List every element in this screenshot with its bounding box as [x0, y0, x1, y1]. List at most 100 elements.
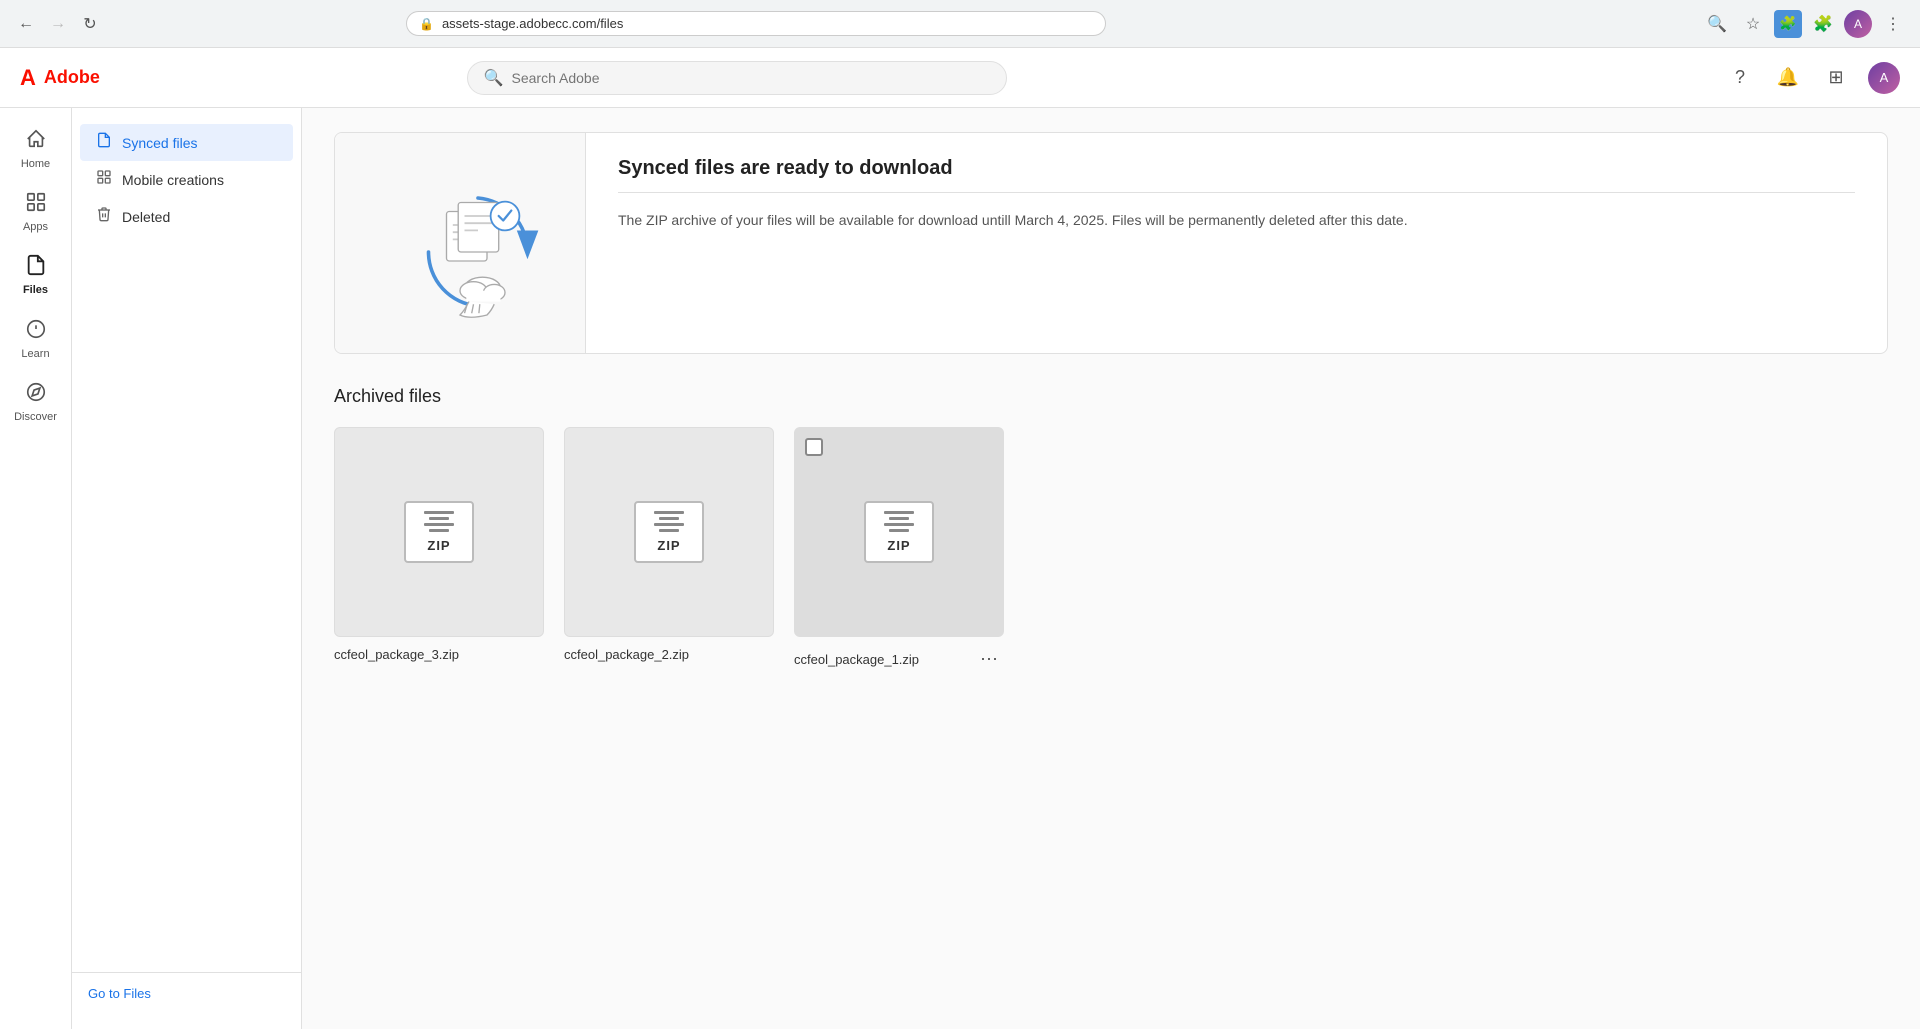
browser-chrome: ← → ↻ 🔒 assets-stage.adobecc.com/files 🔍… — [0, 0, 1920, 48]
nav-label-files: Files — [23, 284, 48, 297]
address-security-icon: 🔒 — [419, 17, 434, 31]
main-layout: Home Apps — [0, 108, 1920, 1029]
nav-item-apps[interactable]: Apps — [4, 183, 68, 242]
nav-item-files[interactable]: Files — [4, 246, 68, 305]
synced-files-icon — [96, 132, 112, 153]
banner-title: Synced files are ready to download — [618, 157, 1855, 180]
nav-item-home[interactable]: Home — [4, 120, 68, 179]
sidebar-item-label-synced: Synced files — [122, 135, 197, 151]
extensions-button[interactable]: 🧩 — [1808, 9, 1838, 39]
mobile-creations-icon — [96, 169, 112, 190]
nav-label-learn: Learn — [21, 348, 49, 361]
banner: Synced files are ready to download The Z… — [334, 132, 1888, 354]
file-name-1: ccfeol_package_1.zip — [794, 652, 919, 667]
adobe-logo-icon: A — [20, 67, 36, 89]
top-bar: A Adobe 🔍 ? 🔔 ⊞ A — [0, 48, 1920, 108]
section-title: Archived files — [334, 386, 1888, 407]
sidebar-item-deleted[interactable]: Deleted — [80, 198, 293, 235]
browser-profile-avatar[interactable]: A — [1844, 10, 1872, 38]
main-content: Synced files are ready to download The Z… — [302, 108, 1920, 1029]
zip-lines-3 — [424, 511, 454, 532]
file-card-2[interactable]: ZIP ccfeol_package_2.zip — [564, 427, 774, 672]
files-icon — [25, 254, 47, 280]
learn-icon — [25, 318, 47, 344]
zip-line — [654, 511, 684, 514]
sync-illustration — [370, 153, 550, 333]
home-icon — [25, 128, 47, 154]
zip-line — [424, 523, 454, 526]
zip-label: ZIP — [657, 538, 680, 553]
file-card-1[interactable]: ZIP ccfeol_package_1.zip ⋯ — [794, 427, 1004, 672]
zip-line — [889, 517, 909, 520]
zip-line — [884, 511, 914, 514]
nav-label-discover: Discover — [14, 411, 57, 424]
banner-text: Synced files are ready to download The Z… — [585, 133, 1887, 353]
bookmark-button[interactable]: ☆ — [1738, 9, 1768, 39]
zip-lines-2 — [654, 511, 684, 532]
file-name-3: ccfeol_package_3.zip — [334, 647, 544, 662]
zip-line — [884, 523, 914, 526]
browser-menu-button[interactable]: ⋮ — [1878, 9, 1908, 39]
search-bar[interactable]: 🔍 — [467, 61, 1007, 95]
zip-lines-1 — [884, 511, 914, 532]
notification-button[interactable]: 🔔 — [1772, 62, 1804, 94]
zip-file-icon-3: ZIP — [404, 501, 474, 563]
zip-file-icon-1: ZIP — [864, 501, 934, 563]
forward-button[interactable]: → — [44, 10, 72, 38]
search-input[interactable] — [512, 70, 990, 86]
archived-files-section: Archived files — [334, 386, 1888, 672]
apps-icon — [25, 191, 47, 217]
user-avatar[interactable]: A — [1868, 62, 1900, 94]
left-nav: Home Apps — [0, 108, 72, 1029]
search-icon: 🔍 — [484, 68, 504, 88]
zip-line — [659, 517, 679, 520]
file-thumbnail-2: ZIP — [564, 427, 774, 637]
nav-label-home: Home — [21, 158, 50, 171]
reload-button[interactable]: ↻ — [76, 10, 104, 38]
zip-line — [424, 511, 454, 514]
help-button[interactable]: ? — [1724, 62, 1756, 94]
zip-file-icon-2: ZIP — [634, 501, 704, 563]
zip-line — [654, 523, 684, 526]
sidebar: Synced files Mobile creations — [72, 108, 302, 1029]
adobe-logo-text: Adobe — [44, 67, 100, 88]
more-options-button-1[interactable]: ⋯ — [974, 647, 1004, 672]
browser-nav-buttons: ← → ↻ — [12, 10, 104, 38]
sidebar-item-label-mobile: Mobile creations — [122, 172, 224, 188]
file-footer-1: ccfeol_package_1.zip ⋯ — [794, 647, 1004, 672]
search-browser-button[interactable]: 🔍 — [1702, 9, 1732, 39]
sidebar-footer: Go to Files — [72, 972, 301, 1013]
zip-line — [429, 529, 449, 532]
file-thumbnail-1: ZIP — [794, 427, 1004, 637]
nav-item-learn[interactable]: Learn — [4, 310, 68, 369]
zip-label: ZIP — [427, 538, 450, 553]
nav-item-discover[interactable]: Discover — [4, 373, 68, 432]
apps-grid-button[interactable]: ⊞ — [1820, 62, 1852, 94]
banner-illustration — [335, 133, 585, 353]
banner-divider — [618, 192, 1855, 193]
nav-label-apps: Apps — [23, 221, 48, 234]
files-grid: ZIP ccfeol_package_3.zip — [334, 427, 1888, 672]
banner-description: The ZIP archive of your files will be av… — [618, 209, 1855, 231]
zip-line — [659, 529, 679, 532]
top-bar-right: ? 🔔 ⊞ A — [1724, 62, 1900, 94]
sidebar-item-mobile-creations[interactable]: Mobile creations — [80, 161, 293, 198]
file-thumbnail-3: ZIP — [334, 427, 544, 637]
zip-line — [889, 529, 909, 532]
back-button[interactable]: ← — [12, 10, 40, 38]
extension-icon[interactable]: 🧩 — [1774, 10, 1802, 38]
app-container: A Adobe 🔍 ? 🔔 ⊞ A Home — [0, 48, 1920, 1029]
file-card-3[interactable]: ZIP ccfeol_package_3.zip — [334, 427, 544, 672]
deleted-icon — [96, 206, 112, 227]
browser-right-icons: 🔍 ☆ 🧩 🧩 A ⋮ — [1702, 9, 1908, 39]
discover-icon — [25, 381, 47, 407]
address-url: assets-stage.adobecc.com/files — [442, 16, 1093, 31]
sidebar-item-synced-files[interactable]: Synced files — [80, 124, 293, 161]
address-bar[interactable]: 🔒 assets-stage.adobecc.com/files — [406, 11, 1106, 36]
file-name-2: ccfeol_package_2.zip — [564, 647, 774, 662]
zip-line — [429, 517, 449, 520]
go-to-files-link[interactable]: Go to Files — [88, 986, 151, 1001]
adobe-logo[interactable]: A Adobe — [20, 67, 100, 89]
zip-label: ZIP — [887, 538, 910, 553]
file-checkbox-1[interactable] — [805, 438, 823, 456]
